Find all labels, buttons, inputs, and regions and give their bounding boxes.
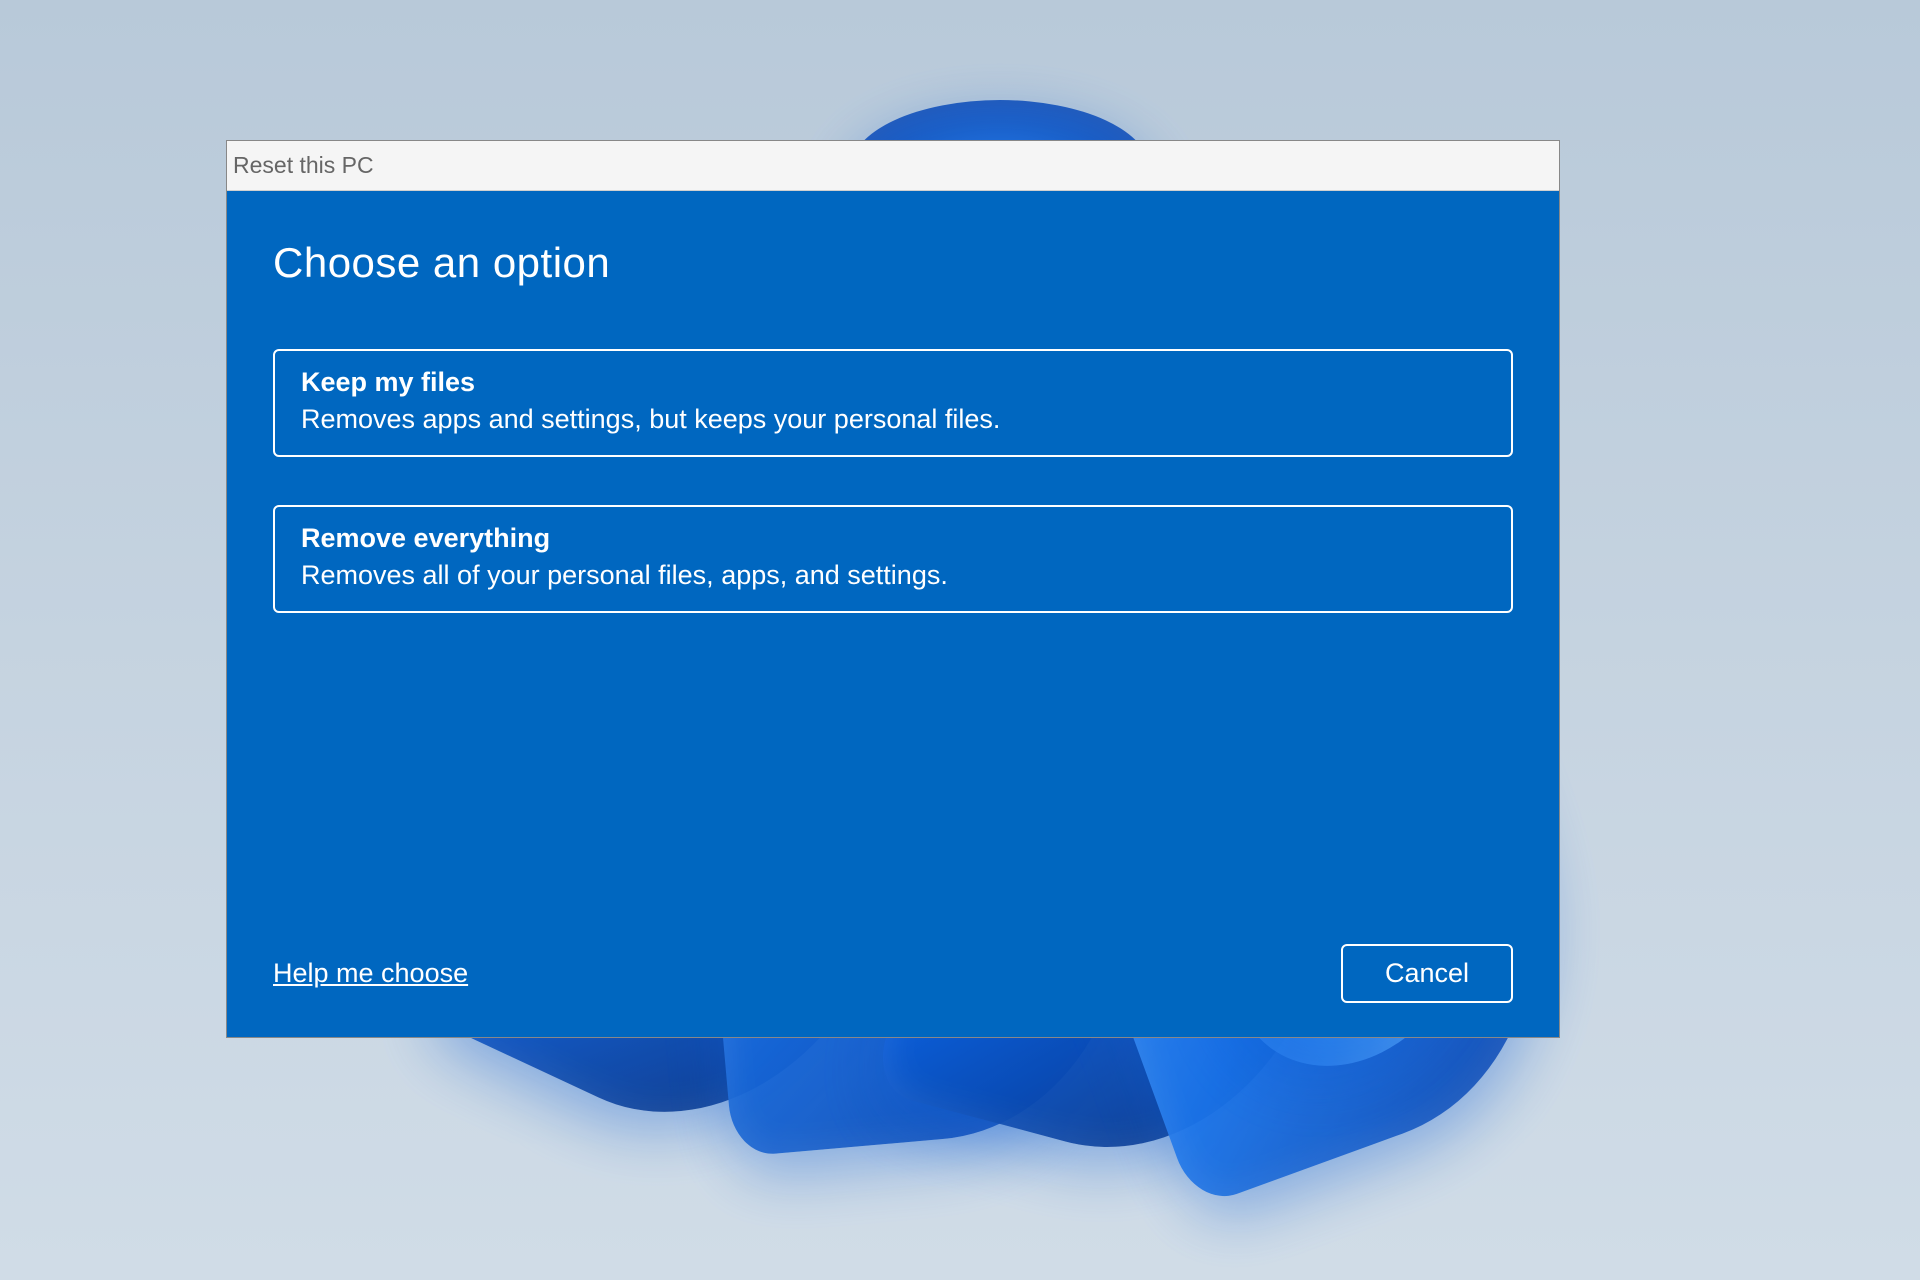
titlebar: Reset this PC bbox=[227, 141, 1559, 191]
dialog-content: Choose an option Keep my files Removes a… bbox=[227, 191, 1559, 1037]
option-remove-everything[interactable]: Remove everything Removes all of your pe… bbox=[273, 505, 1513, 613]
window-title: Reset this PC bbox=[233, 152, 374, 179]
options-list: Keep my files Removes apps and settings,… bbox=[273, 349, 1513, 613]
help-me-choose-link[interactable]: Help me choose bbox=[273, 958, 468, 989]
cancel-button[interactable]: Cancel bbox=[1341, 944, 1513, 1003]
option-keep-my-files[interactable]: Keep my files Removes apps and settings,… bbox=[273, 349, 1513, 457]
page-heading: Choose an option bbox=[273, 239, 1513, 287]
option-title: Remove everything bbox=[301, 523, 1485, 554]
option-description: Removes apps and settings, but keeps you… bbox=[301, 404, 1485, 435]
reset-pc-dialog: Reset this PC Choose an option Keep my f… bbox=[226, 140, 1560, 1038]
dialog-footer: Help me choose Cancel bbox=[273, 944, 1513, 1003]
option-title: Keep my files bbox=[301, 367, 1485, 398]
option-description: Removes all of your personal files, apps… bbox=[301, 560, 1485, 591]
